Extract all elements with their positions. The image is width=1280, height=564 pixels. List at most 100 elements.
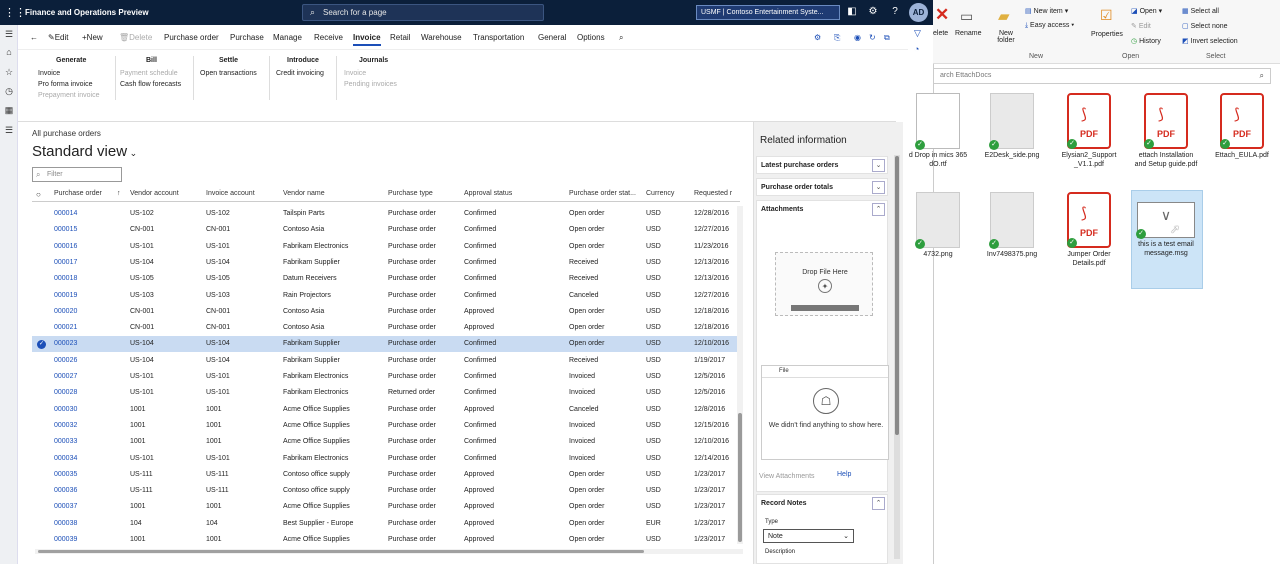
row-selected-check-icon[interactable]: ✓ (37, 340, 46, 350)
table-row[interactable]: 000026 US-104 US-104 Fabrikam Supplier Purch… (32, 353, 740, 369)
tab-purchase-order[interactable]: Purchase order (164, 33, 219, 42)
power-apps-icon[interactable]: ⚙ (814, 33, 821, 42)
cell-purchase-order[interactable]: 000018 (54, 275, 77, 282)
grid-vertical-scroll-thumb[interactable] (738, 413, 742, 542)
column-purchase-order[interactable]: Purchase order (54, 190, 102, 197)
column-purchase-type[interactable]: Purchase type (388, 190, 433, 197)
explorer-search-input[interactable]: arch EttachDocs ⌕ (933, 68, 1271, 84)
table-row[interactable]: 000019 US-103 US-103 Rain Projectors Purchas… (32, 288, 740, 304)
column-vendor-name[interactable]: Vendor name (283, 190, 325, 197)
app-launcher-icon[interactable]: ⋮⋮ (4, 6, 26, 19)
history-button[interactable]: ◷ History (1131, 37, 1161, 45)
home-icon[interactable]: ⌂ (3, 47, 15, 59)
tab-manage[interactable]: Manage (273, 33, 302, 42)
cell-purchase-order[interactable]: 000035 (54, 471, 77, 478)
payment-schedule-button[interactable]: Payment schedule (120, 70, 178, 77)
cell-purchase-order[interactable]: 000015 (54, 226, 77, 233)
view-attachments-link[interactable]: View Attachments (759, 473, 815, 480)
table-row[interactable]: 000038 104 104 Best Supplier - Europe Purcha… (32, 516, 740, 532)
tab-receive[interactable]: Receive (314, 33, 343, 42)
table-row[interactable]: 000034 US-101 US-101 Fabrikam Electronics Pu… (32, 451, 740, 467)
new-item-button[interactable]: ▤ New item ▾ (1025, 7, 1068, 15)
journal-invoice-button[interactable]: Invoice (344, 70, 366, 77)
new-button[interactable]: +New (82, 33, 103, 42)
edit-button[interactable]: ✎ Edit (1131, 22, 1151, 30)
file-item[interactable]: ⟆ PDF ✓ ettach Installation and Setup guide… (1133, 93, 1199, 169)
tab-retail[interactable]: Retail (390, 33, 410, 42)
latest-purchase-orders-section[interactable]: Latest purchase orders ⌄ (756, 156, 888, 174)
refresh-icon[interactable]: ↻ (869, 33, 876, 42)
cell-purchase-order[interactable]: 000028 (54, 389, 77, 396)
table-row[interactable]: 000030 1001 1001 Acme Office Supplies Purcha… (32, 402, 740, 418)
cell-purchase-order[interactable]: 000038 (54, 520, 77, 527)
open-transactions-button[interactable]: Open transactions (200, 70, 257, 77)
cell-purchase-order[interactable]: 000030 (54, 406, 77, 413)
file-drop-zone[interactable]: Drop File Here ✦ (775, 252, 873, 316)
cell-purchase-order[interactable]: 000036 (54, 487, 77, 494)
column-invoice-account[interactable]: Invoice account (206, 190, 255, 197)
back-arrow-icon[interactable]: ← (30, 33, 38, 42)
related-pane-scroll-thumb[interactable] (895, 156, 899, 435)
cash-flow-forecasts-button[interactable]: Cash flow forecasts (120, 81, 181, 88)
file-item[interactable]: ⟆ PDF ✓ Jumper Order Details.pdf (1056, 192, 1122, 268)
file-item[interactable]: ✓ Inv7498375.png (979, 192, 1045, 259)
table-row[interactable]: 000015 CN-001 CN-001 Contoso Asia Purchase o… (32, 222, 740, 238)
properties-button[interactable]: Properties (1091, 31, 1123, 38)
cell-purchase-order[interactable]: 000039 (54, 536, 77, 543)
help-link[interactable]: Help (837, 471, 851, 478)
cell-purchase-order[interactable]: 000016 (54, 243, 77, 250)
grid-horizontal-scroll-thumb[interactable] (38, 550, 644, 553)
table-row[interactable]: 000021 CN-001 CN-001 Contoso Asia Purchase o… (32, 320, 740, 336)
chevron-up-icon[interactable]: ⌃ (872, 497, 885, 510)
tab-options[interactable]: Options (577, 33, 605, 42)
note-type-select[interactable]: Note ⌄ (763, 529, 854, 543)
workspaces-icon[interactable]: ▦ (3, 105, 15, 117)
chevron-down-icon[interactable]: ⌄ (872, 181, 885, 194)
modules-list-icon[interactable]: ☰ (3, 125, 15, 137)
table-row[interactable]: 000037 1001 1001 Acme Office Supplies Purcha… (32, 499, 740, 515)
edit-button[interactable]: ✎Edit (48, 33, 69, 42)
cell-purchase-order[interactable]: 000037 (54, 503, 77, 510)
cell-purchase-order[interactable]: 000021 (54, 324, 77, 331)
tab-warehouse[interactable]: Warehouse (421, 33, 462, 42)
prepayment-invoice-button[interactable]: Prepayment invoice (38, 92, 99, 99)
easy-access-button[interactable]: ⤓ Easy access ▾ (1025, 22, 1074, 30)
side-panel-icon[interactable]: ◔ (914, 44, 919, 54)
popout-icon[interactable]: ⧉ (884, 33, 890, 43)
file-item[interactable]: ⟆ PDF ✓ Elysian2_Support _V1.1.pdf (1056, 93, 1122, 169)
column-po-status[interactable]: Purchase order stat... (569, 190, 636, 197)
select-all-radio[interactable]: ○ (36, 190, 41, 199)
table-row[interactable]: 000039 1001 1001 Acme Office Supplies Purcha… (32, 532, 740, 548)
file-item[interactable]: ⟆ PDF ✓ Ettach_EULA.pdf (1209, 93, 1275, 160)
column-requested-date[interactable]: Requested r (694, 190, 732, 197)
recent-clock-icon[interactable]: ◷ (3, 86, 15, 98)
hamburger-menu-icon[interactable]: ☰ (3, 29, 15, 41)
cell-purchase-order[interactable]: 000026 (54, 357, 77, 364)
invert-selection-button[interactable]: ◩ Invert selection (1182, 37, 1238, 45)
table-row[interactable]: 000035 US-111 US-111 Contoso office supply P… (32, 467, 740, 483)
table-row[interactable]: 000033 1001 1001 Acme Office Supplies Purcha… (32, 434, 740, 450)
table-row[interactable]: ✓ 000023 US-104 US-104 Fabrikam Supplier Purc… (32, 336, 740, 353)
company-picker[interactable]: USMF | Contoso Entertainment Syste... (696, 5, 840, 20)
table-row[interactable]: 000017 US-104 US-104 Fabrikam Supplier Purch… (32, 255, 740, 271)
cell-purchase-order[interactable]: 000027 (54, 373, 77, 380)
office-icon[interactable]: ◉ (854, 33, 861, 42)
cell-purchase-order[interactable]: 000017 (54, 259, 77, 266)
file-item[interactable]: ✓ 4732.png (905, 192, 971, 259)
view-selector[interactable]: Standard view ⌄ (32, 143, 137, 160)
table-row[interactable]: 000036 US-111 US-111 Contoso office supply P… (32, 483, 740, 499)
select-none-button[interactable]: ▢ Select none (1182, 22, 1228, 30)
cell-purchase-order[interactable]: 000019 (54, 292, 77, 299)
tab-purchase[interactable]: Purchase (230, 33, 264, 42)
page-search-input[interactable]: ⌕ Search for a page (302, 4, 544, 21)
filter-input[interactable]: ⌕ Filter (32, 167, 122, 182)
cell-purchase-order[interactable]: 000023 (54, 340, 77, 347)
purchase-order-totals-section[interactable]: Purchase order totals ⌄ (756, 178, 888, 196)
pending-invoices-button[interactable]: Pending invoices (344, 81, 397, 88)
cell-purchase-order[interactable]: 000033 (54, 438, 77, 445)
column-vendor-account[interactable]: Vendor account (130, 190, 179, 197)
table-row[interactable]: 000028 US-101 US-101 Fabrikam Electronics Re… (32, 385, 740, 401)
new-folder-button[interactable]: New folder (995, 30, 1017, 44)
table-row[interactable]: 000032 1001 1001 Acme Office Supplies Purcha… (32, 418, 740, 434)
file-item[interactable]: ✓ d Drop in mics 365 dO.rtf (905, 93, 971, 169)
